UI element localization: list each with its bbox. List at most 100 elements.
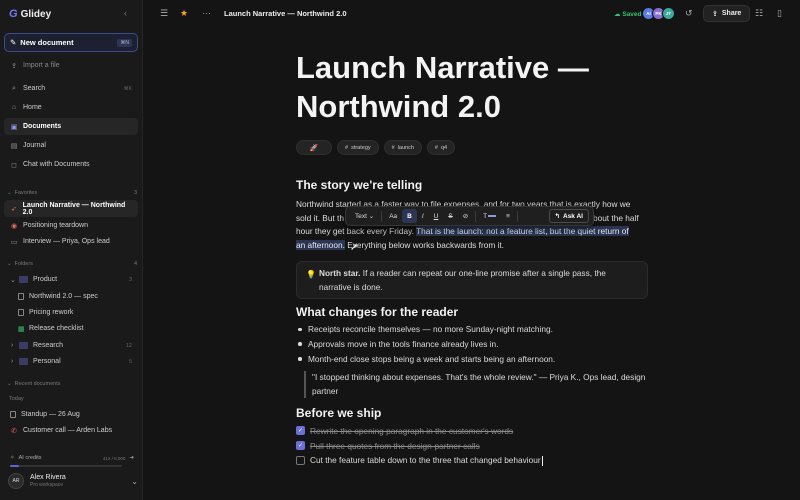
mouse-cursor-icon: ➚	[350, 242, 359, 253]
text-color-button[interactable]: T	[478, 209, 501, 223]
folder-research[interactable]: › Research 12	[4, 337, 138, 354]
sidebar-item-journal[interactable]: ▤ Journal	[4, 137, 138, 154]
link-icon[interactable]: ⊘	[458, 209, 473, 223]
checkbox[interactable]	[296, 456, 305, 465]
share-icon: ⇪	[712, 10, 718, 18]
menu-icon[interactable]: ☰	[160, 8, 168, 19]
sidebar-item-search[interactable]: ⌕ Search ⌘K	[4, 80, 138, 97]
todo-item: ✓ Pull three quotes from the design-part…	[296, 438, 543, 453]
document-icon	[18, 293, 24, 300]
text-run: sold it. But th	[296, 212, 344, 223]
chevron-down-icon: ⌄	[10, 276, 16, 284]
todo-text-run: Cut the feature table down to the three …	[310, 455, 541, 466]
favorite-label: Positioning teardown	[23, 222, 88, 229]
settings-sliders-icon[interactable]: ☷	[755, 8, 763, 19]
favorites-header[interactable]: ⌄ Favorites 3	[7, 190, 137, 196]
todo-text[interactable]: Pull three quotes from the design-partne…	[310, 441, 480, 451]
sidebar-item-home[interactable]: ⌂ Home	[4, 99, 138, 116]
recent-header[interactable]: ⌄ Recent documents	[7, 381, 137, 387]
italic-button[interactable]: I	[417, 209, 429, 223]
recent-group-today: Today	[9, 396, 139, 402]
folder-doc[interactable]: ▦ Release checklist	[4, 320, 138, 337]
home-icon: ⌂	[11, 104, 17, 111]
folder-personal[interactable]: › Personal 5	[4, 353, 138, 370]
ask-ai-button[interactable]: ↰ Ask AI	[548, 209, 589, 223]
section-title: Favorites	[14, 190, 38, 196]
sidebar-item-label: Chat with Documents	[23, 161, 90, 168]
favorite-item[interactable]: ➶ Launch Narrative — Northwind 2.0	[4, 200, 138, 217]
color-swatch-icon	[488, 215, 497, 217]
section-title: Recent documents	[14, 381, 61, 387]
recent-item[interactable]: Standup — 26 Aug	[4, 406, 138, 423]
sidebar-item-label: Journal	[23, 142, 46, 149]
callout[interactable]: 💡 North star. If a reader can repeat our…	[296, 261, 648, 299]
heading[interactable]: What changes for the reader	[296, 305, 458, 319]
star-icon[interactable]: ★	[180, 8, 188, 19]
recent-label: Customer call — Arden Labs	[23, 427, 113, 434]
heading[interactable]: The story we're telling	[296, 178, 422, 192]
sidebar-item-label: Home	[23, 104, 42, 111]
share-label: Share	[721, 10, 742, 17]
folders-header[interactable]: ⌄ Folders 4	[7, 261, 137, 267]
checkbox[interactable]: ✓	[296, 426, 305, 435]
heading[interactable]: Before we ship	[296, 406, 381, 420]
ai-credits[interactable]: ✧ AI credits 412 / 5,000 ➜	[10, 455, 134, 467]
todo-text[interactable]: Rewrite the opening paragraph in the cus…	[310, 426, 513, 436]
tag[interactable]: # launch	[383, 140, 422, 155]
checklist-icon: ▦	[18, 325, 25, 333]
new-document-label: New document	[20, 38, 74, 47]
sidebar: G Glidey ‹ ✎ New document ⌘N ⇪ Import a …	[0, 0, 143, 500]
phone-icon: ✆	[11, 427, 17, 435]
sidebar-item-documents[interactable]: ▣ Documents	[4, 118, 138, 135]
user-menu[interactable]: AR Alex Rivera Pro workspace ⌄	[8, 473, 138, 489]
checkbox[interactable]: ✓	[296, 441, 305, 450]
import-file-button[interactable]: ⇪ Import a file	[4, 57, 138, 74]
favorite-item[interactable]: ▭ Interview — Priya, Ops lead	[4, 233, 138, 250]
sparkle-icon: ✧	[10, 455, 15, 461]
format-toolbar: Text ⌄ Aa B I U S ⊘ T ≡ ↰ Ask AI	[345, 206, 594, 226]
strikethrough-button[interactable]: S	[443, 209, 457, 223]
collapse-sidebar-icon[interactable]: ‹	[124, 8, 127, 18]
collaborators[interactable]: AI PK JT	[642, 7, 675, 20]
document-icon	[18, 309, 24, 316]
emoji-tag[interactable]: 🚀	[296, 140, 332, 155]
page-title[interactable]: Launch Narrative — Northwind 2.0	[296, 48, 648, 126]
sidebar-item-label: Search	[23, 85, 46, 92]
tag-label: q4	[440, 144, 448, 151]
favorite-item[interactable]: ◉ Positioning teardown	[4, 217, 138, 234]
recent-item[interactable]: ✆ Customer call — Arden Labs	[4, 422, 138, 439]
underline-button[interactable]: U	[429, 209, 444, 223]
folder-doc[interactable]: Northwind 2.0 — spec	[4, 288, 138, 305]
todo-text[interactable]: Cut the feature table down to the three …	[310, 455, 543, 466]
bullet-list[interactable]: Receipts reconcile themselves — no more …	[296, 322, 555, 366]
list-item: Month-end close stops being a week and s…	[296, 352, 555, 367]
text-style-dropdown[interactable]: Text ⌄	[350, 209, 379, 223]
logo-icon: G	[9, 8, 18, 20]
mic-icon: ▭	[10, 238, 18, 246]
more-icon[interactable]: ···	[202, 8, 211, 18]
folder-label: Product	[33, 276, 58, 283]
search-icon: ⌕	[12, 84, 16, 92]
list-item: Receipts reconcile themselves — no more …	[296, 322, 555, 337]
app-logo[interactable]: G Glidey	[9, 8, 51, 20]
tag[interactable]: # strategy	[337, 140, 379, 155]
recent-label: Standup — 26 Aug	[21, 411, 80, 418]
user-name: Alex Rivera	[30, 474, 66, 481]
tag[interactable]: # q4	[426, 140, 456, 155]
divider	[516, 210, 518, 222]
sidebar-item-chat[interactable]: ◻ Chat with Documents	[4, 156, 138, 173]
history-icon[interactable]: ↺	[685, 8, 693, 19]
callout-title: North star.	[319, 268, 361, 278]
align-icon[interactable]: ≡	[501, 209, 515, 223]
lightbulb-icon: 💡	[306, 270, 316, 279]
new-document-button[interactable]: ✎ New document ⌘N	[4, 33, 138, 52]
rocket-icon: ➶	[10, 205, 17, 213]
folder-doc[interactable]: Pricing rework	[4, 304, 138, 321]
blockquote[interactable]: "I stopped thinking about expenses. That…	[304, 371, 648, 398]
panel-icon[interactable]: ▯	[777, 8, 782, 19]
folder-product[interactable]: ⌄ Product 3	[4, 271, 138, 288]
bold-button[interactable]: B	[402, 209, 417, 223]
share-button[interactable]: ⇪ Share	[703, 5, 751, 22]
text-run: Northwind st	[296, 199, 343, 209]
font-button[interactable]: Aa	[384, 209, 402, 223]
